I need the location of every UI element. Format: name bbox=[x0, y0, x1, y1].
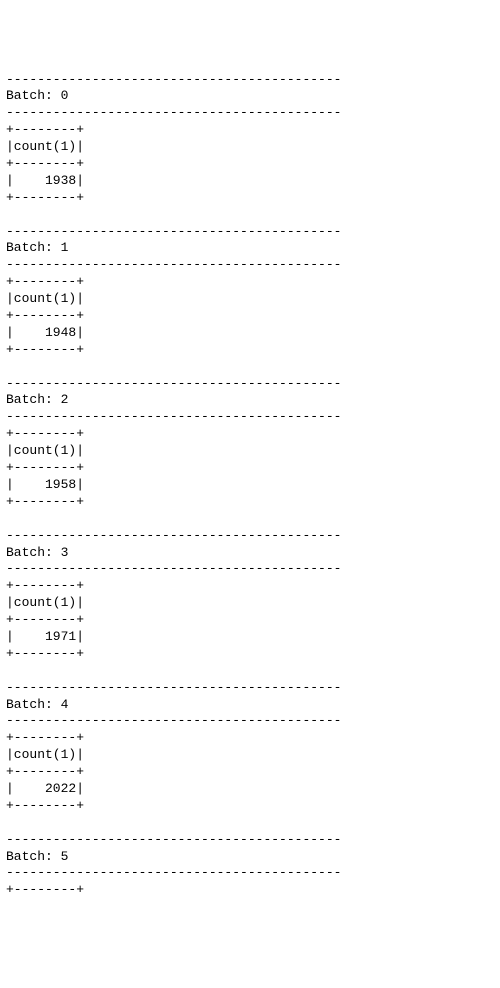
console-output: ----------------------------------------… bbox=[0, 68, 500, 904]
